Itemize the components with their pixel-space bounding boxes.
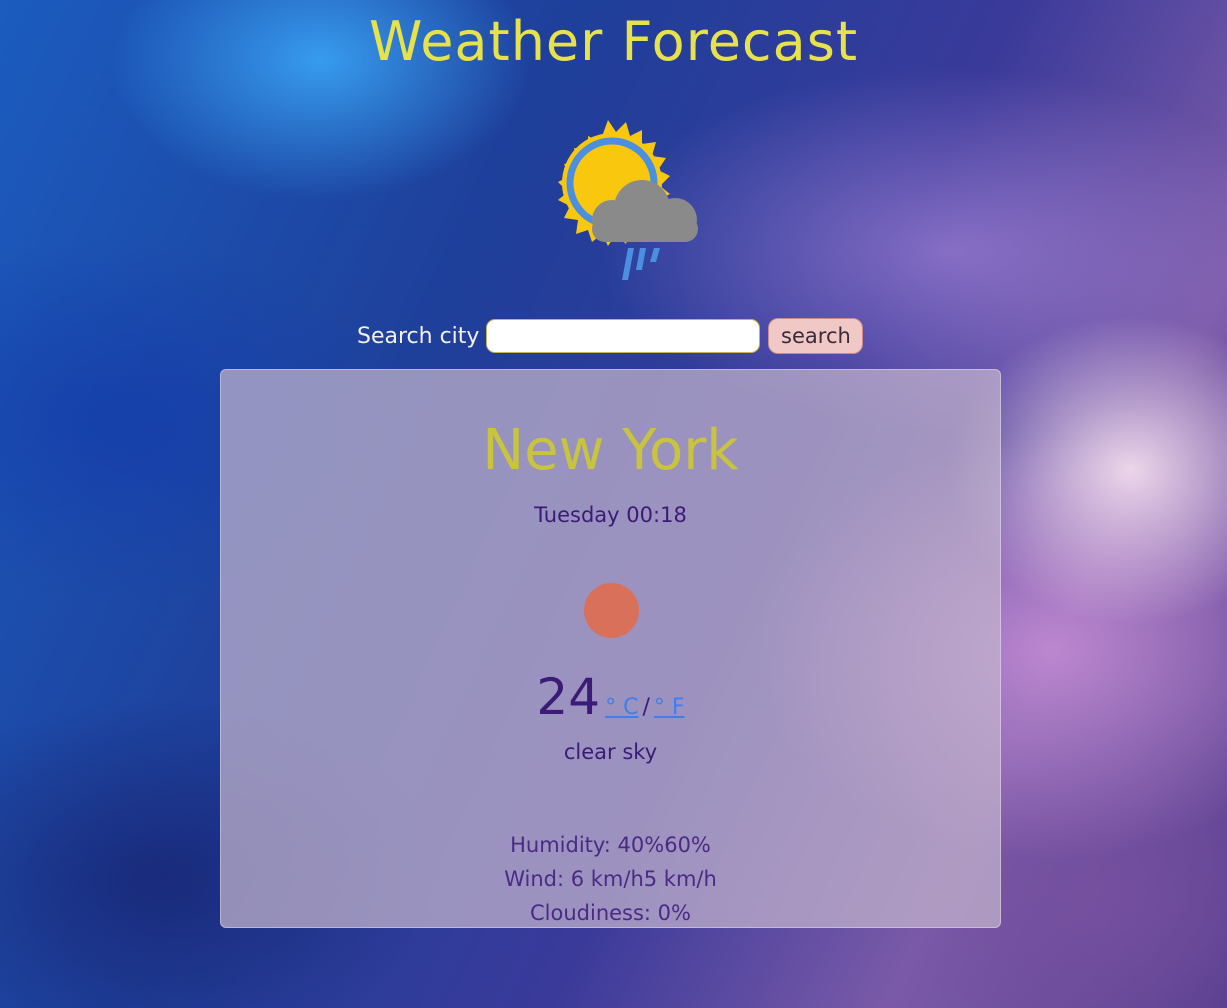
humidity-text: Humidity: 40%60% xyxy=(510,833,711,857)
weather-description: clear sky xyxy=(563,740,658,764)
weather-details: Humidity: 40%60% Wind: 6 km/h5 km/h Clou… xyxy=(221,828,1000,927)
wind-text: Wind: 6 km/h5 km/h xyxy=(504,867,717,891)
search-input[interactable] xyxy=(486,319,761,353)
unit-separator: / xyxy=(642,695,650,720)
celsius-link[interactable]: ° C xyxy=(605,695,638,720)
cloudiness-text: Cloudiness: 0% xyxy=(530,901,691,925)
weather-card: New York Tuesday 00:18 24 ° C / ° F clear … xyxy=(220,369,1001,928)
sun-cloud-rain-icon xyxy=(530,112,705,292)
page-title: Weather Forecast xyxy=(368,10,859,73)
city-name: New York xyxy=(482,418,739,483)
date-time: Tuesday 00:18 xyxy=(534,503,687,527)
fahrenheit-link[interactable]: ° F xyxy=(654,695,685,720)
search-button[interactable]: search xyxy=(768,318,864,354)
search-form: Search city search xyxy=(357,317,864,355)
search-label: Search city xyxy=(357,323,480,349)
temperature-value: 24 xyxy=(536,668,601,726)
temperature-row: 24 ° C / ° F xyxy=(221,668,1000,726)
clear-sky-sun-icon xyxy=(584,583,639,638)
